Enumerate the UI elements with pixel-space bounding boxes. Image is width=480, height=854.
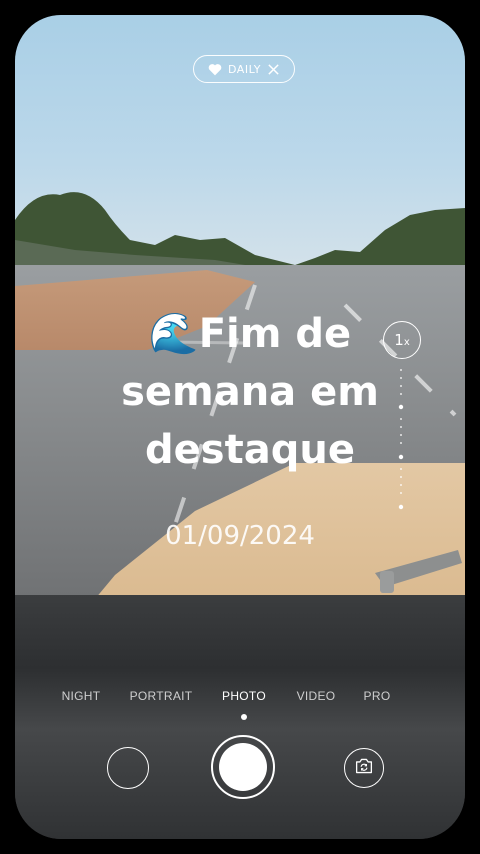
camera-flip-icon	[354, 757, 374, 779]
gallery-thumbnail[interactable]	[107, 747, 149, 789]
mode-night[interactable]: NIGHT	[62, 689, 101, 703]
zoom-slider[interactable]	[398, 367, 404, 512]
camera-mode-selector[interactable]: NIGHT PORTRAIT PHOTO VIDEO PRO	[15, 689, 465, 709]
shutter-icon	[219, 743, 267, 791]
mode-photo[interactable]: PHOTO	[222, 689, 266, 703]
mode-pro[interactable]: PRO	[364, 689, 391, 703]
camera-flip-button[interactable]	[344, 748, 384, 788]
mode-video[interactable]: VIDEO	[297, 689, 336, 703]
daily-badge[interactable]: DAILY	[193, 55, 295, 83]
zoom-button[interactable]: 1x	[383, 321, 421, 359]
camera-viewfinder[interactable]: DAILY 🌊Fim de semana em destaque 01/09/2…	[15, 15, 465, 839]
date-label: 01/09/2024	[165, 521, 315, 551]
zoom-unit: x	[403, 336, 410, 348]
wave-emoji: 🌊	[148, 311, 199, 357]
close-icon[interactable]	[267, 63, 280, 76]
shutter-button[interactable]	[211, 735, 275, 799]
active-mode-indicator	[241, 714, 247, 720]
daily-label: DAILY	[228, 62, 261, 76]
heart-icon	[208, 63, 222, 76]
mode-portrait[interactable]: PORTRAIT	[130, 689, 193, 703]
car-dashboard	[15, 595, 465, 839]
zoom-value: 1	[394, 331, 404, 349]
